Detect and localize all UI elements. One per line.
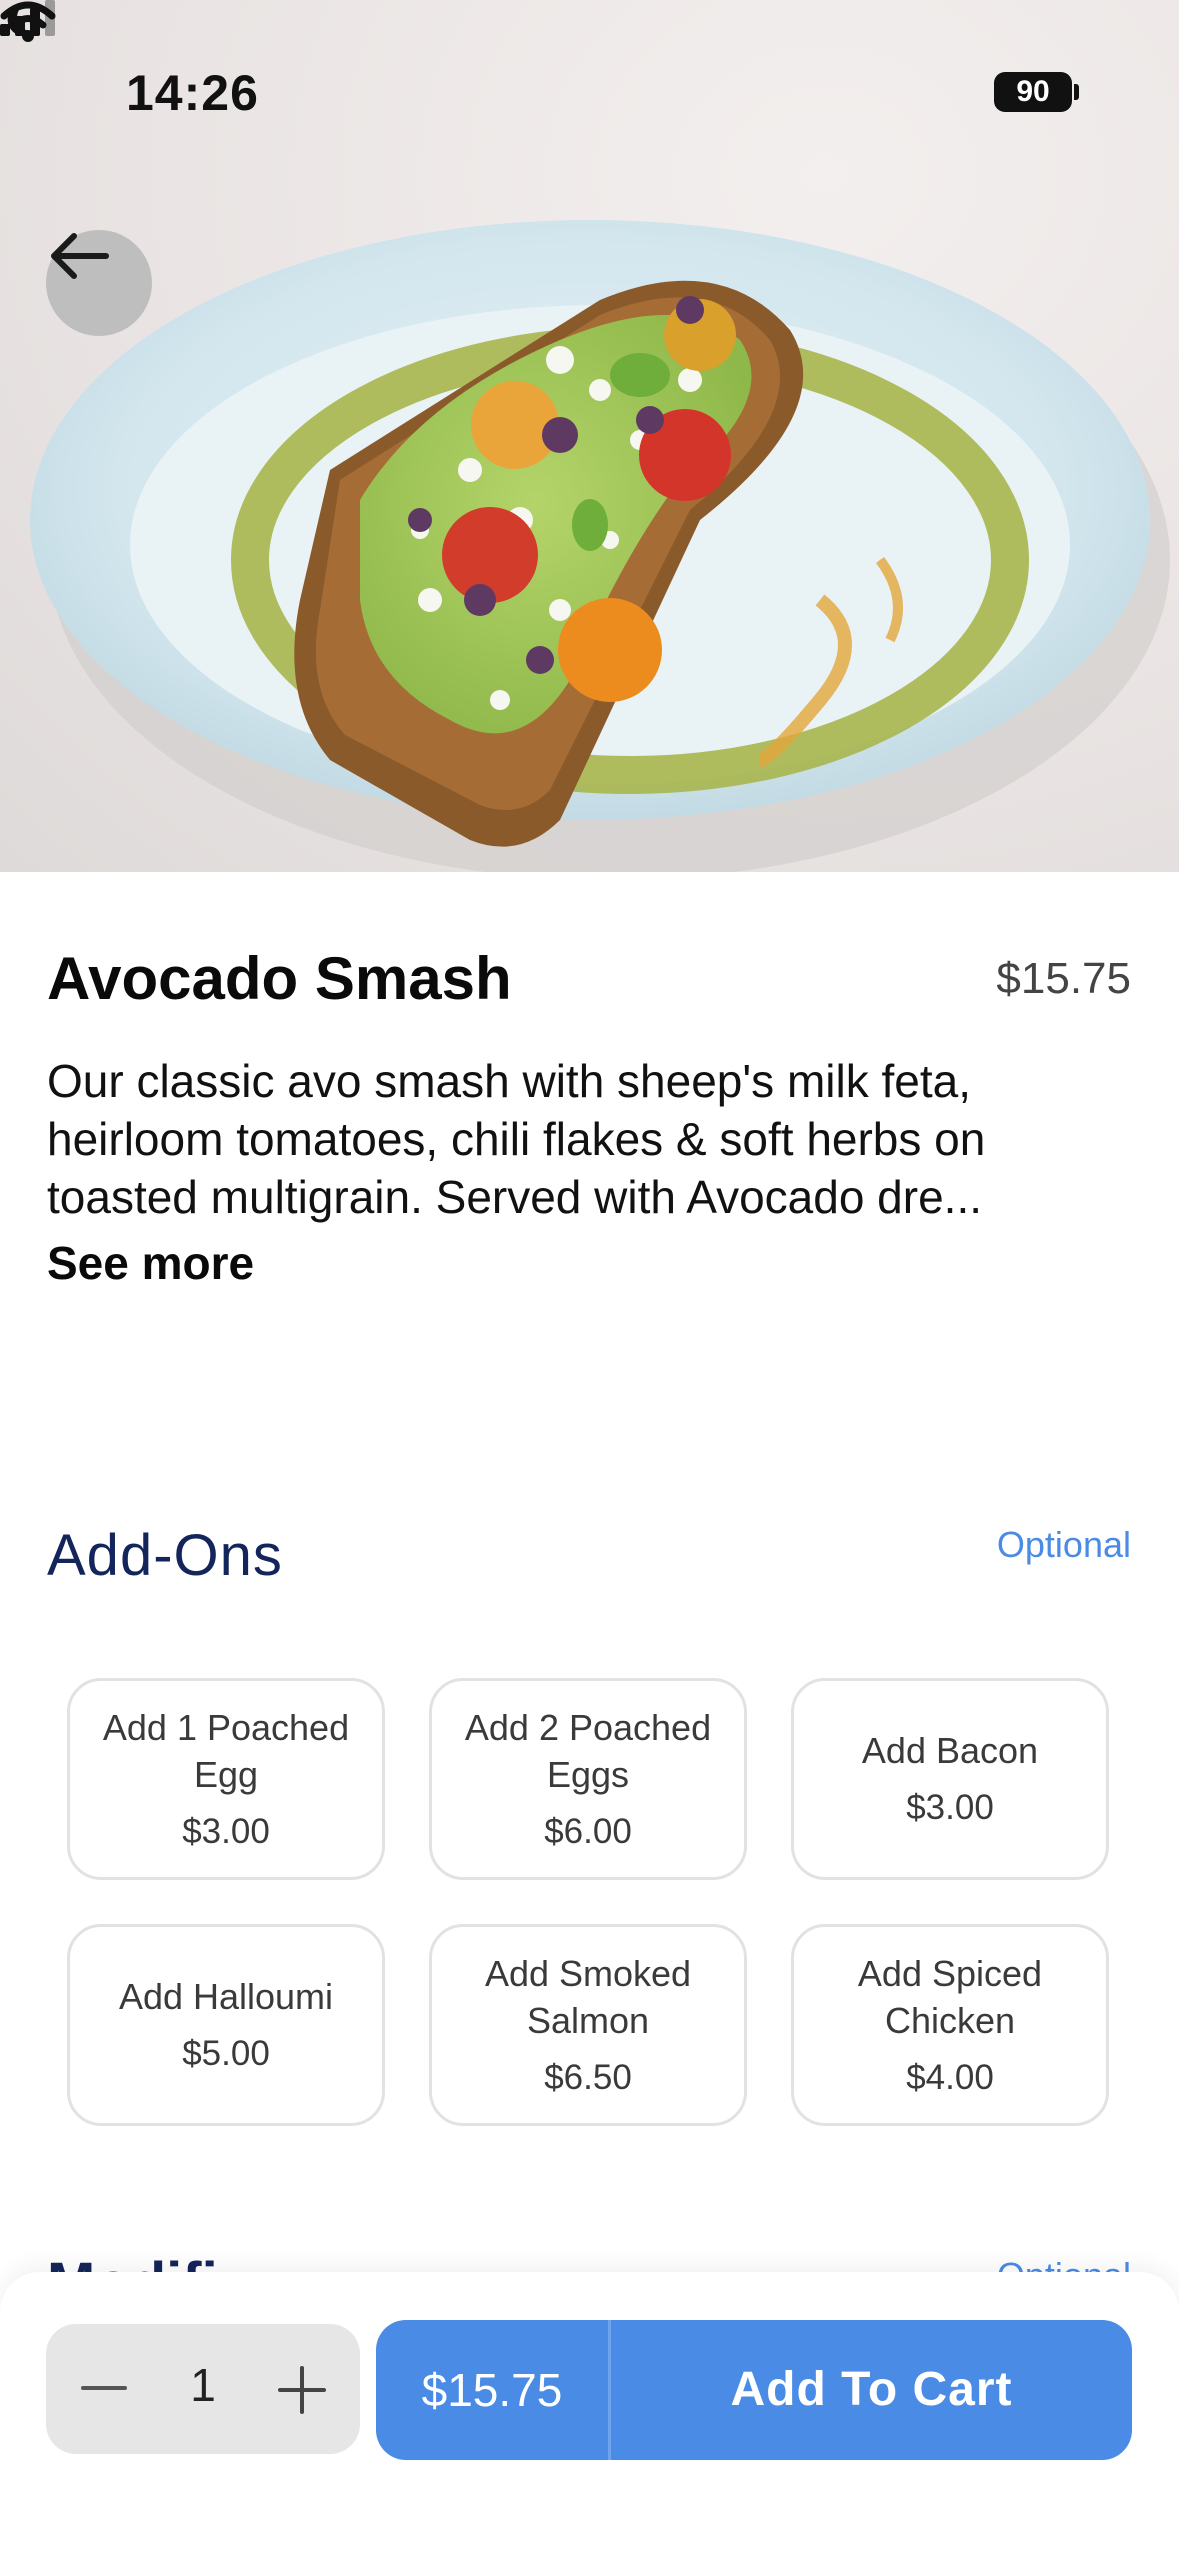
decrease-quantity-button[interactable] [74,2364,134,2414]
addon-price: $5.00 [182,2034,270,2073]
addon-name: Add Smoked Salmon [484,1952,692,2041]
addon-name: Add 1 Poached Egg [102,1706,350,1795]
arrow-left-icon [51,233,109,279]
product-name: Avocado Smash [47,945,512,1012]
addon-price: $3.00 [906,1788,994,1827]
addon-price: $6.50 [544,2057,632,2097]
product-image: 14:26 90 [0,0,1179,872]
see-more-link[interactable]: See more [47,1236,254,1290]
addons-section-title: Add-Ons [47,1523,283,1588]
addon-name: Add Halloumi [118,1976,334,2017]
product-description-text: Our classic avo smash with sheep's milk … [47,1055,986,1223]
wifi-icon [0,1,56,42]
product-description: Our classic avo smash with sheep's milk … [47,1052,1137,1226]
add-to-cart-button[interactable]: $15.75 Add To Cart [376,2320,1132,2460]
battery-tip [1074,84,1079,100]
battery-indicator: 90 [994,72,1072,112]
addon-option[interactable]: Add 2 Poached Eggs $6.00 [429,1678,747,1880]
addon-price: $6.00 [544,1811,632,1851]
minus-icon [81,2386,127,2390]
addons-grid: Add 1 Poached Egg $3.00 Add 2 Poached Eg… [67,1678,1112,2126]
addons-optional-label: Optional [996,1524,1131,1565]
addon-option[interactable]: Add Bacon $3.00 [791,1678,1109,1880]
cart-total-price: $15.75 [421,2364,563,2416]
addon-option[interactable]: Add 1 Poached Egg $3.00 [67,1678,385,1880]
add-to-cart-label: Add To Cart [730,2363,1013,2416]
addon-price: $3.00 [182,1811,270,1851]
addon-name: Add Bacon [861,1730,1039,1771]
quantity-value: 1 [190,2359,216,2411]
addon-name: Add Spiced Chicken [857,1952,1043,2041]
back-button[interactable] [46,230,152,336]
status-bar: 14:26 90 [0,0,1179,190]
quantity-stepper: 1 [46,2324,360,2454]
plus-icon [278,2366,326,2414]
addon-name: Add 2 Poached Eggs [464,1706,712,1795]
addon-option[interactable]: Add Halloumi $5.00 [67,1924,385,2126]
addon-option[interactable]: Add Spiced Chicken $4.00 [791,1924,1109,2126]
addon-option[interactable]: Add Smoked Salmon $6.50 [429,1924,747,2126]
addon-price: $4.00 [906,2057,994,2097]
product-price: $15.75 [996,954,1131,1003]
increase-quantity-button[interactable] [272,2360,332,2420]
status-time: 14:26 [126,65,259,121]
